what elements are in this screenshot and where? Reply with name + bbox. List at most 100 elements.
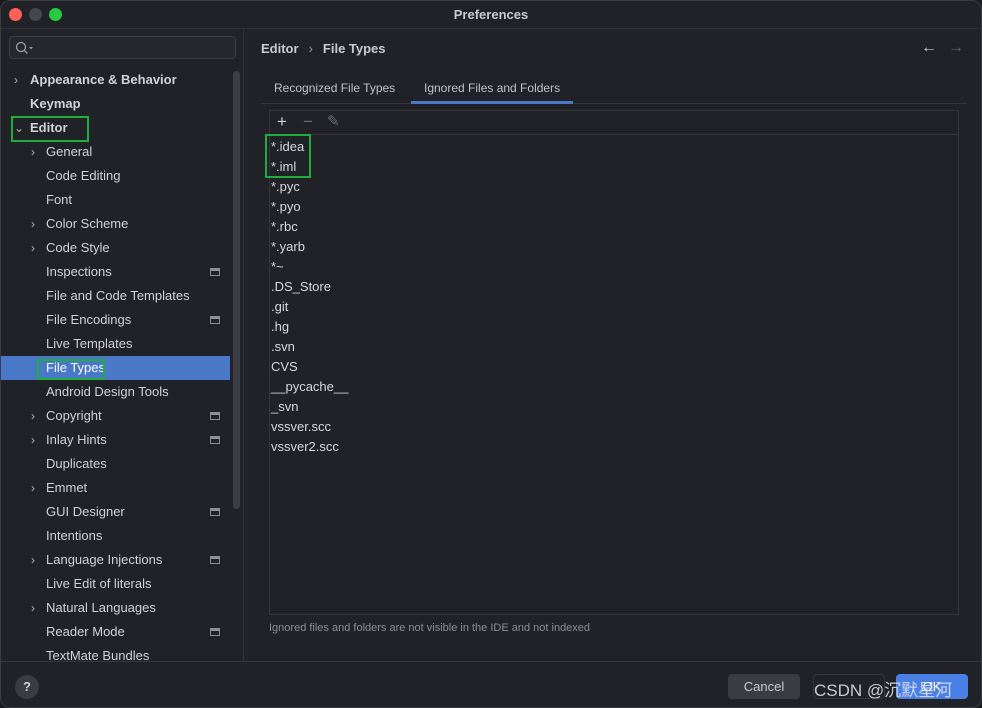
add-icon[interactable]: +	[277, 112, 287, 132]
sidebar-item-label: Live Templates	[46, 336, 133, 351]
file-types-highlight-box	[37, 359, 105, 380]
breadcrumb-current: File Types	[322, 41, 386, 56]
forward-arrow-icon[interactable]: →	[948, 39, 964, 57]
list-item[interactable]: .DS_Store	[270, 277, 958, 297]
preferences-window: Preferences › Appearance & Behavior Keymap…	[0, 0, 982, 708]
chevron-right-icon[interactable]: ›	[31, 236, 35, 260]
ignored-patterns-list: *.idea *.iml *.pyc *.pyo *.rbc *.yarb *~ .DS_St…	[270, 135, 958, 457]
sidebar-item-file-and-code-templates[interactable]: File and Code Templates	[1, 284, 230, 308]
list-item[interactable]: CVS	[270, 357, 958, 377]
back-arrow-icon[interactable]: ←	[921, 39, 937, 57]
sidebar-item-label: Intentions	[46, 528, 103, 543]
list-item[interactable]: __pycache__	[270, 377, 958, 397]
sidebar-item-copyright[interactable]: › Copyright	[1, 404, 230, 428]
sidebar-item-intentions[interactable]: Intentions	[1, 524, 230, 548]
list-item[interactable]: *.rbc	[270, 217, 958, 237]
chevron-right-icon[interactable]: ›	[31, 140, 35, 164]
help-button[interactable]: ?	[15, 675, 39, 699]
list-toolbar: + − ✎	[270, 111, 958, 135]
chevron-right-icon[interactable]: ›	[31, 428, 35, 452]
chevron-right-icon[interactable]: ›	[31, 476, 35, 500]
ignored-list-panel: + − ✎ *.idea *.iml *.pyc *.pyo *.rbc *.yarb *~…	[265, 110, 959, 615]
chevron-right-icon[interactable]: ›	[31, 404, 35, 428]
chevron-right-icon[interactable]: ›	[31, 212, 35, 236]
sidebar-item-label: Inlay Hints	[46, 432, 107, 447]
sidebar-item-label: Duplicates	[46, 456, 107, 471]
cancel-button[interactable]: Cancel	[728, 674, 800, 699]
sidebar-item-gui-designer[interactable]: GUI Designer	[1, 500, 230, 524]
remove-icon[interactable]: −	[303, 112, 313, 132]
list-item[interactable]: .svn	[270, 337, 958, 357]
list-item[interactable]: .hg	[270, 317, 958, 337]
chevron-right-icon[interactable]: ›	[14, 68, 18, 92]
sidebar-item-language-injections[interactable]: › Language Injections	[1, 548, 230, 572]
help-note: Ignored files and folders are not visibl…	[269, 622, 591, 634]
list-item[interactable]: *.pyo	[270, 197, 958, 217]
sidebar-item-android-design-tools[interactable]: Android Design Tools	[1, 380, 230, 404]
sidebar: › Appearance & Behavior Keymap ⌄ Editor › Gene…	[1, 29, 244, 663]
sidebar-item-label: Font	[46, 192, 73, 207]
sidebar-item-file-encodings[interactable]: File Encodings	[1, 308, 230, 332]
project-settings-icon	[210, 556, 220, 564]
sidebar-item-label: Copyright	[46, 408, 102, 423]
list-item[interactable]: _svn	[270, 397, 958, 417]
editor-highlight-box	[11, 116, 89, 142]
breadcrumb-parent[interactable]: Editor	[261, 41, 299, 56]
project-settings-icon	[210, 268, 220, 276]
sidebar-item-label: Android Design Tools	[46, 384, 169, 399]
chevron-right-icon[interactable]: ›	[31, 596, 35, 620]
list-item[interactable]: *.idea	[270, 137, 958, 157]
sidebar-item-label: File and Code Templates	[46, 288, 190, 303]
sidebar-item-label: Natural Languages	[46, 600, 156, 615]
sidebar-item-label: General	[46, 144, 93, 159]
search-icon	[15, 41, 33, 54]
watermark: CSDN @沉默星河	[814, 681, 953, 700]
project-settings-icon	[210, 412, 220, 420]
sidebar-item-label: Emmet	[46, 480, 88, 495]
sidebar-item-code-editing[interactable]: Code Editing	[1, 164, 230, 188]
project-settings-icon	[210, 628, 220, 636]
chevron-right-icon[interactable]: ›	[31, 548, 35, 572]
list-item[interactable]: vssver.scc	[270, 417, 958, 437]
sidebar-item-label: File Encodings	[46, 312, 132, 327]
sidebar-item-label: Language Injections	[46, 552, 163, 567]
sidebar-item-appearance-behavior[interactable]: › Appearance & Behavior	[1, 68, 230, 92]
breadcrumb: Editor › File Types	[261, 41, 396, 56]
search-input[interactable]	[9, 36, 236, 59]
patterns-highlight-box	[265, 134, 311, 178]
list-item[interactable]: *.iml	[270, 157, 958, 177]
sidebar-item-duplicates[interactable]: Duplicates	[1, 452, 230, 476]
sidebar-item-font[interactable]: Font	[1, 188, 230, 212]
list-item[interactable]: *.yarb	[270, 237, 958, 257]
edit-icon[interactable]: ✎	[327, 112, 340, 130]
tab-recognized-file-types[interactable]: Recognized File Types	[261, 75, 408, 104]
project-settings-icon	[210, 508, 220, 516]
sidebar-item-label: Reader Mode	[46, 624, 125, 639]
sidebar-item-inspections[interactable]: Inspections	[1, 260, 230, 284]
sidebar-item-general[interactable]: › General	[1, 140, 230, 164]
sidebar-item-label: Code Style	[46, 240, 110, 255]
sidebar-item-file-types[interactable]: File Types	[1, 356, 230, 380]
sidebar-item-emmet[interactable]: › Emmet	[1, 476, 230, 500]
sidebar-item-label: Color Scheme	[46, 216, 129, 231]
sidebar-item-label: Appearance & Behavior	[30, 72, 177, 87]
sidebar-item-code-style[interactable]: › Code Style	[1, 236, 230, 260]
sidebar-item-live-templates[interactable]: Live Templates	[1, 332, 230, 356]
sidebar-item-live-edit-of-literals[interactable]: Live Edit of literals	[1, 572, 230, 596]
sidebar-item-keymap[interactable]: Keymap	[1, 92, 230, 116]
sidebar-item-natural-languages[interactable]: › Natural Languages	[1, 596, 230, 620]
sidebar-item-label: Keymap	[30, 96, 81, 111]
sidebar-item-label: Live Edit of literals	[46, 576, 152, 591]
tab-ignored-files-and-folders[interactable]: Ignored Files and Folders	[411, 75, 574, 104]
settings-tree: › Appearance & Behavior Keymap ⌄ Editor › Gene…	[1, 68, 230, 668]
sidebar-item-label: Inspections	[46, 264, 112, 279]
list-item[interactable]: .git	[270, 297, 958, 317]
sidebar-item-inlay-hints[interactable]: › Inlay Hints	[1, 428, 230, 452]
list-item[interactable]: *.pyc	[270, 177, 958, 197]
list-item[interactable]: *~	[270, 257, 958, 277]
title-bar: Preferences	[1, 1, 981, 29]
list-item[interactable]: vssver2.scc	[270, 437, 958, 457]
sidebar-item-color-scheme[interactable]: › Color Scheme	[1, 212, 230, 236]
sidebar-scrollbar[interactable]	[233, 71, 240, 509]
sidebar-item-reader-mode[interactable]: Reader Mode	[1, 620, 230, 644]
